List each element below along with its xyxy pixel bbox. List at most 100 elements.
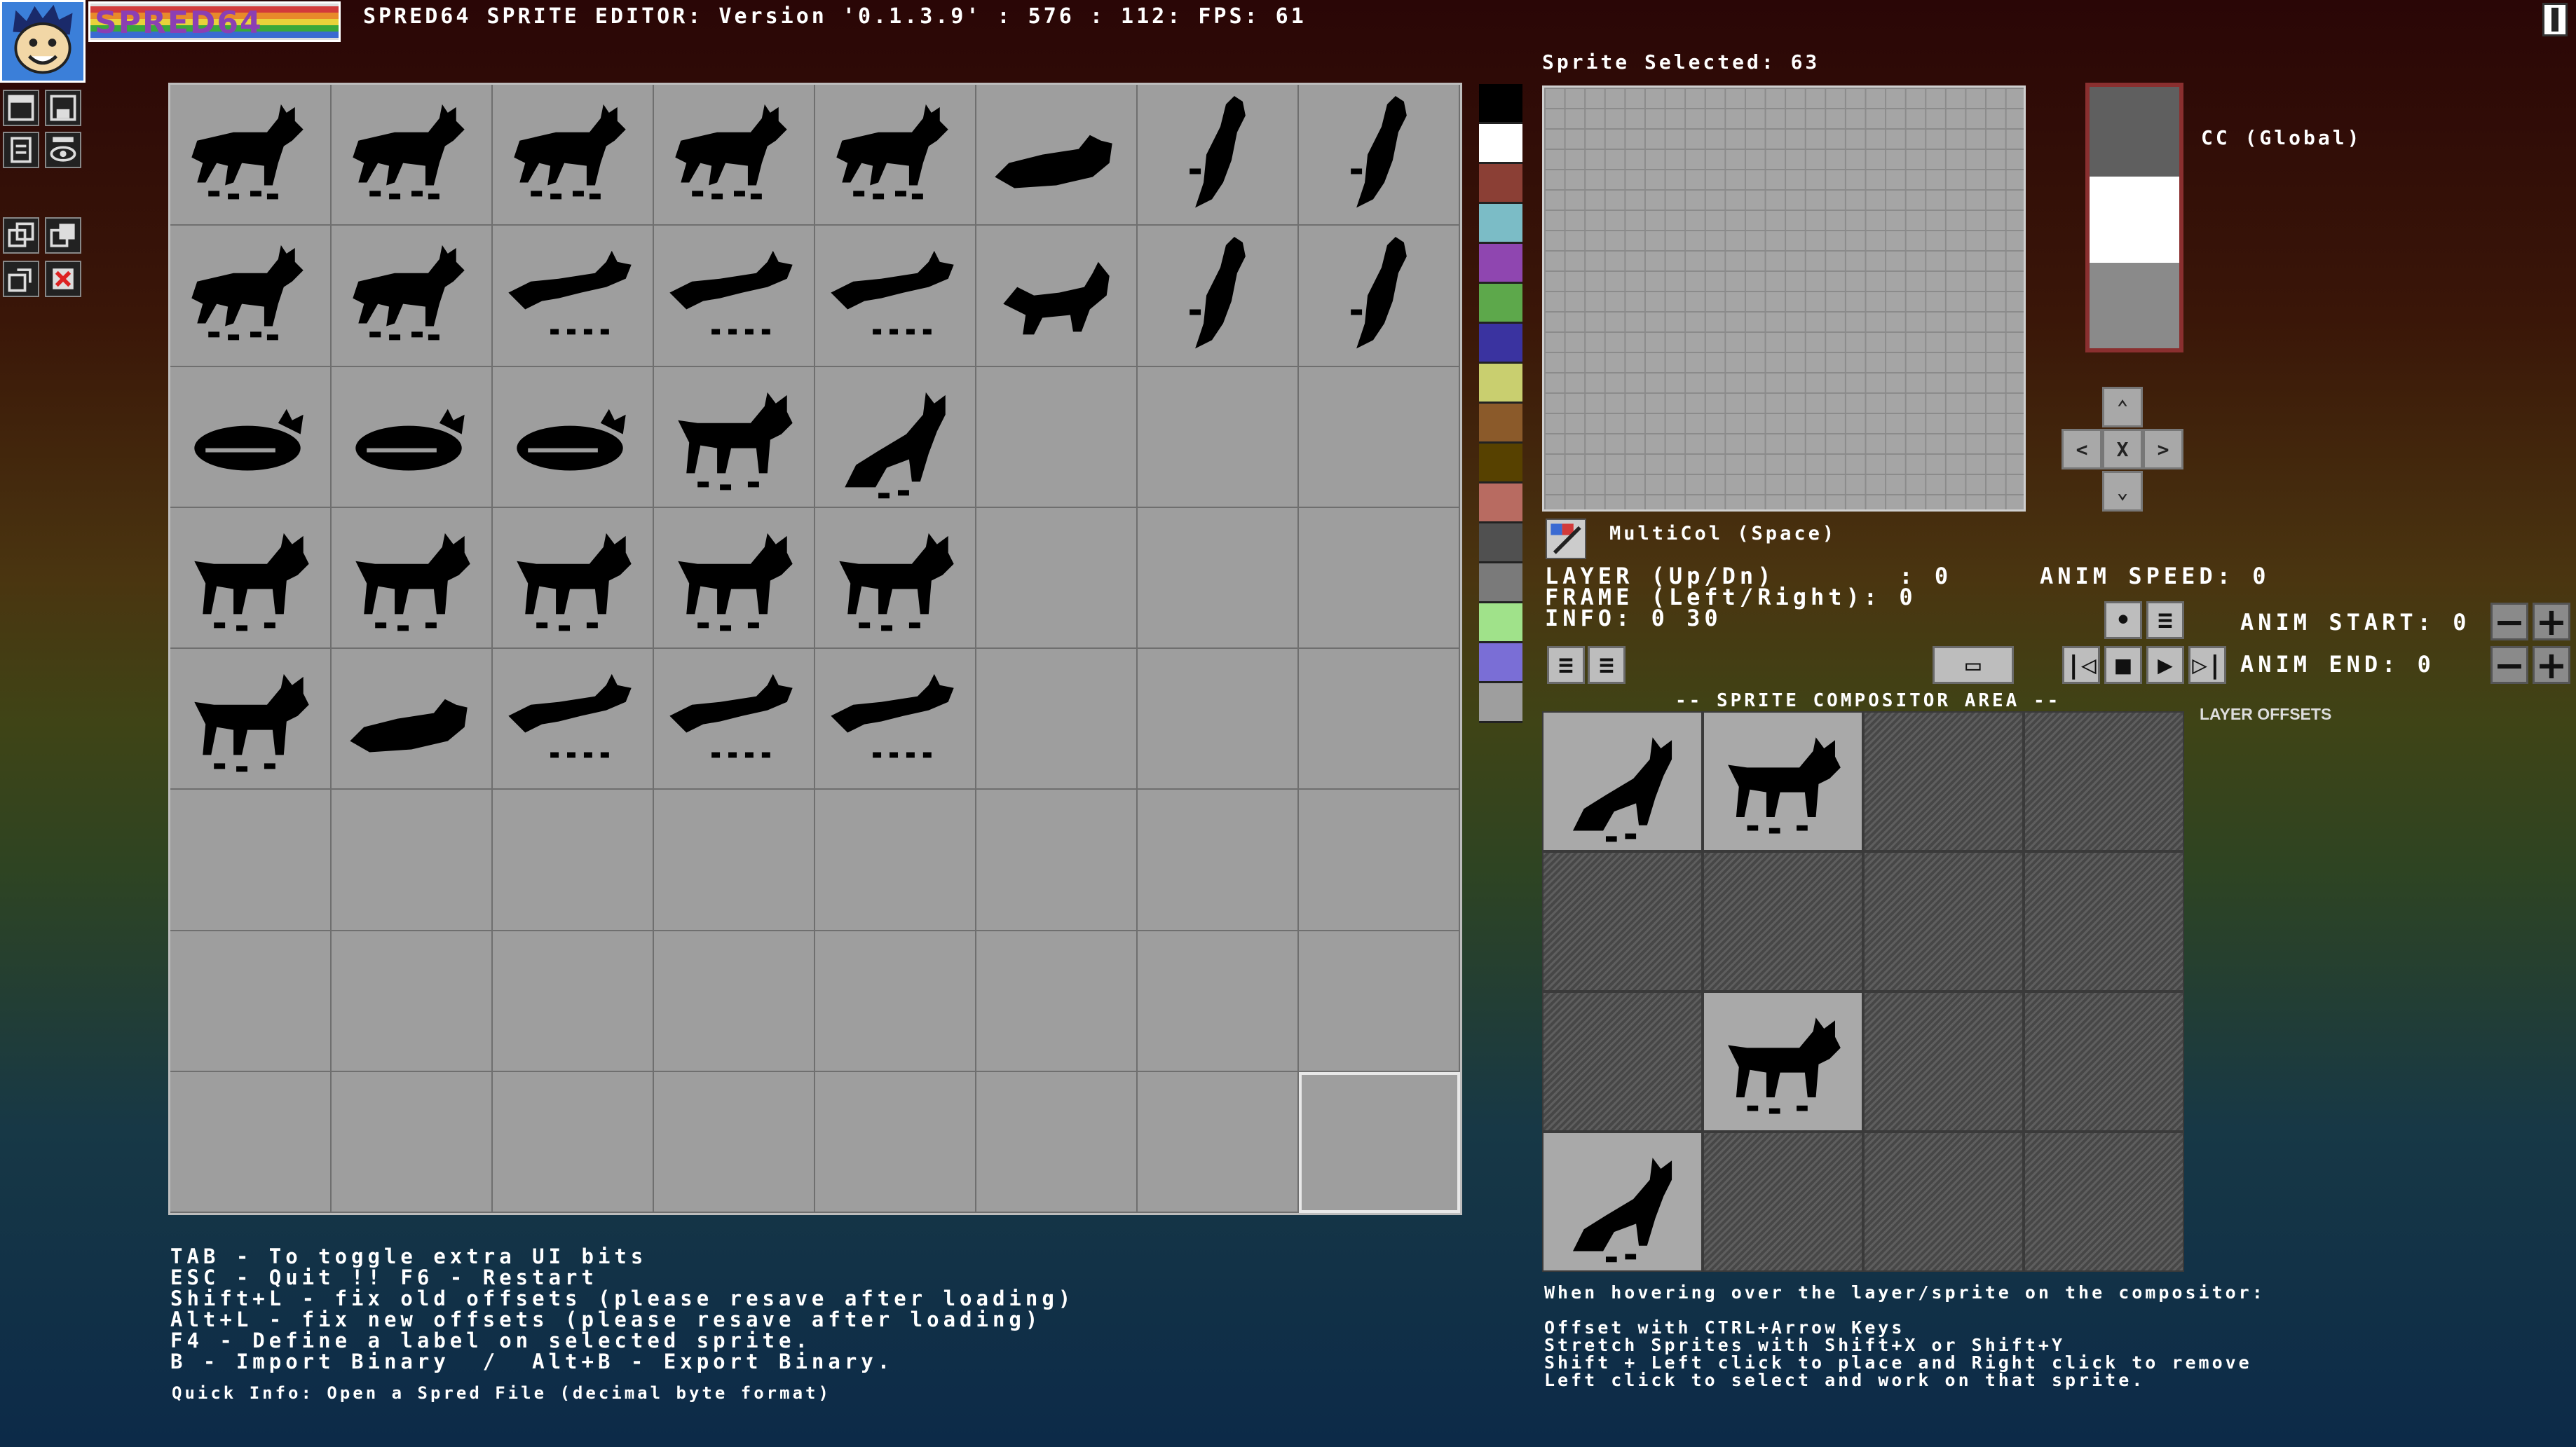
duplicate-icon[interactable] [3, 261, 39, 297]
sprite-cell-run-cat[interactable] [815, 649, 976, 790]
sprite-cell-empty[interactable] [1138, 649, 1299, 790]
close-window-button[interactable] [2542, 3, 2568, 36]
sprite-cell-empty[interactable] [1138, 507, 1299, 649]
sprite-cell-empty[interactable] [1299, 366, 1460, 508]
sprite-cell-empty[interactable] [1138, 1071, 1299, 1213]
sprite-cell-stand-cat[interactable] [493, 507, 654, 649]
sprite-cell-empty[interactable] [493, 790, 654, 931]
compositor-cell-empty[interactable] [1703, 1132, 1863, 1272]
palette-swatch[interactable] [1479, 643, 1522, 683]
sprite-cell-empty[interactable] [493, 931, 654, 1072]
compositor-cell-empty[interactable] [1703, 851, 1863, 992]
color-palette[interactable] [1479, 84, 1522, 723]
palette-swatch[interactable] [1479, 324, 1522, 364]
compositor-cell-empty[interactable] [1863, 711, 2024, 851]
sprite-cell-empty[interactable] [1299, 931, 1460, 1072]
sprite-cell-empty[interactable] [654, 931, 815, 1072]
sprite-cell-walk-cat[interactable] [332, 226, 493, 367]
sprite-cell-climb-cat[interactable] [1299, 226, 1460, 367]
sprite-sheet-grid[interactable] [168, 83, 1462, 1215]
compositor-cell-empty[interactable] [2024, 711, 2184, 851]
sprite-cell-empty[interactable] [976, 931, 1138, 1072]
sprite-cell-empty[interactable] [976, 790, 1138, 931]
sprite-cell-walk-cat[interactable] [170, 85, 332, 226]
palette-swatch[interactable] [1479, 444, 1522, 484]
sprite-cell-empty[interactable] [1138, 366, 1299, 508]
anim-end-minus-button[interactable]: − [2490, 643, 2528, 687]
new-file-icon[interactable] [3, 90, 39, 126]
sprite-cell-empty[interactable] [1299, 507, 1460, 649]
palette-swatch[interactable] [1479, 284, 1522, 324]
sprite-cell-empty[interactable] [170, 931, 332, 1072]
save-file-icon[interactable] [45, 90, 81, 126]
shift-left-button[interactable]: < [2062, 429, 2102, 469]
anim-last-frame-icon[interactable]: ▷| [2188, 646, 2226, 684]
sprite-cell-sit-cat[interactable] [815, 366, 976, 508]
sprite-cell-empty[interactable] [976, 1071, 1138, 1213]
compositor-cell-cat-sit[interactable] [1542, 711, 1703, 851]
compositor-cell-empty[interactable] [1863, 992, 2024, 1132]
clear-sprite-icon[interactable] [45, 261, 81, 297]
compositor-cell-cat-sit[interactable] [1542, 1132, 1703, 1272]
palette-swatch[interactable] [1479, 523, 1522, 563]
sprite-cell-run-cat[interactable] [493, 226, 654, 367]
shift-right-button[interactable]: > [2143, 429, 2183, 469]
anim-play-icon[interactable]: ▶ [2146, 646, 2184, 684]
palette-swatch[interactable] [1479, 84, 1522, 124]
sprite-cell-empty[interactable] [170, 1071, 332, 1213]
open-file-icon[interactable] [3, 132, 39, 168]
sprite-cell-walk-cat[interactable] [654, 85, 815, 226]
compositor-cell-cat-stand[interactable] [1703, 992, 1863, 1132]
sprite-cell-stand-cat[interactable] [815, 507, 976, 649]
sprite-cell-empty[interactable] [1299, 790, 1460, 931]
sprite-cell-run-cat[interactable] [493, 649, 654, 790]
compositor-cell-empty[interactable] [1542, 851, 1703, 992]
sprite-cell-curl-cat[interactable] [493, 366, 654, 508]
sprite-compositor-area[interactable] [1542, 711, 2184, 1272]
cc-color-white[interactable] [2090, 177, 2179, 263]
ui-info-eye-icon[interactable] [45, 132, 81, 168]
sprite-cell-run-cat[interactable] [654, 649, 815, 790]
anim-first-frame-icon[interactable]: |◁ [2062, 646, 2100, 684]
palette-swatch[interactable] [1479, 364, 1522, 404]
sprite-cell-empty[interactable] [170, 790, 332, 931]
sprite-cell-run-cat[interactable] [815, 226, 976, 367]
multicolor-toggle-icon[interactable] [1546, 519, 1586, 559]
sprite-cell-empty[interactable] [976, 366, 1138, 508]
palette-swatch[interactable] [1479, 204, 1522, 244]
compositor-cell-empty[interactable] [1863, 851, 2024, 992]
sprite-cell-empty[interactable] [332, 790, 493, 931]
palette-swatch[interactable] [1479, 484, 1522, 523]
pixel-editor-grid[interactable] [1542, 85, 2026, 512]
sprite-cell-walk-cat[interactable] [815, 85, 976, 226]
sprite-cell-climb-cat[interactable] [1138, 226, 1299, 367]
sprite-cell-empty[interactable] [976, 649, 1138, 790]
palette-swatch[interactable] [1479, 603, 1522, 643]
sprite-cell-curl-cat[interactable] [170, 366, 332, 508]
film-strip-icon[interactable]: ▭ [1933, 646, 2014, 684]
sprite-cell-stand-cat[interactable] [170, 507, 332, 649]
sprite-cell-climb-cat[interactable] [1299, 85, 1460, 226]
anim-set-end-icon[interactable]: ≡ [2146, 601, 2184, 639]
sprite-cell-empty[interactable] [815, 790, 976, 931]
sprite-cell-walk-cat[interactable] [170, 226, 332, 367]
cc-color-grey[interactable] [2090, 263, 2179, 348]
anim-start-plus-button[interactable]: + [2533, 600, 2570, 644]
sprite-cell-empty[interactable] [976, 507, 1138, 649]
compositor-cell-empty[interactable] [2024, 992, 2184, 1132]
layer-up-icon[interactable]: ≡ [1588, 646, 1626, 684]
compositor-cell-empty[interactable] [2024, 851, 2184, 992]
sprite-cell-empty[interactable] [493, 1071, 654, 1213]
sprite-cell-climb-cat[interactable] [1138, 85, 1299, 226]
sprite-cell-pounce-cat[interactable] [976, 226, 1138, 367]
sprite-cell-empty[interactable] [1138, 931, 1299, 1072]
sprite-cell-empty[interactable] [815, 931, 976, 1072]
anim-stop-icon[interactable]: ■ [2104, 646, 2142, 684]
palette-swatch[interactable] [1479, 404, 1522, 444]
sprite-cell-stand-cat[interactable] [654, 507, 815, 649]
palette-swatch[interactable] [1479, 164, 1522, 204]
palette-swatch[interactable] [1479, 244, 1522, 284]
sprite-cell-stand-cat[interactable] [654, 366, 815, 508]
sprite-cell-empty[interactable] [815, 1071, 976, 1213]
sprite-cell-stand-cat[interactable] [170, 649, 332, 790]
